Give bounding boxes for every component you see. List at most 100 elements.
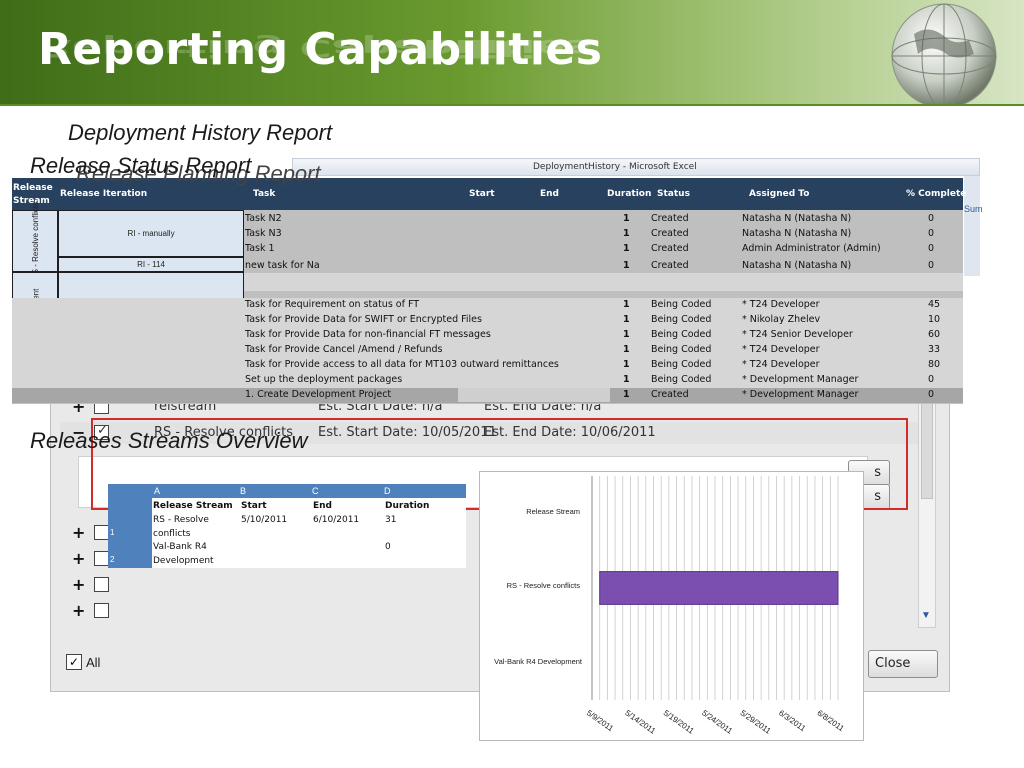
assigned-cell: * T24 Developer	[742, 359, 820, 370]
x-tick-label: 5/9/2011	[585, 708, 616, 733]
table-row: Set up the deployment packages 1 Being C…	[12, 373, 963, 388]
duration-cell: 1	[623, 329, 630, 340]
task-cell: 1. Create Development Project	[245, 389, 392, 400]
percent-cell: 60	[928, 329, 941, 340]
task-cell: Task for Provide Cancel /Amend / Refunds	[245, 344, 443, 355]
row-checkbox[interactable]	[94, 577, 109, 592]
x-tick-label: 5/29/2011	[739, 708, 773, 736]
row-header-column: 1 2	[108, 484, 152, 568]
table-row: Task for Provide Cancel /Amend / Refunds…	[12, 343, 963, 358]
status-cell: Being Coded	[651, 374, 712, 385]
status-cell: Being Coded	[651, 314, 712, 325]
grid-cell: 5/10/2011	[241, 515, 288, 525]
percent-cell: 0	[928, 243, 935, 254]
grid-cell: RS - Resolve	[153, 515, 209, 525]
scroll-down-icon[interactable]: ▼	[921, 610, 931, 621]
table-row: Task N2 1 Created Natasha N (Natasha N) …	[12, 212, 963, 227]
percent-cell: 0	[928, 228, 935, 239]
percent-cell: 45	[928, 299, 941, 310]
table-row: new task for Na 1 Created Natasha N (Nat…	[12, 259, 963, 274]
table-row: Task for Requirement on status of FT 1 B…	[12, 298, 963, 313]
task-cell: Task N3	[245, 228, 282, 239]
header-rule	[0, 104, 1024, 106]
assigned-cell: * Development Manager	[742, 374, 859, 385]
excel-window-title: DeploymentHistory - Microsoft Excel	[533, 162, 697, 172]
expand-icon[interactable]: +	[72, 575, 85, 594]
status-cell: Being Coded	[651, 344, 712, 355]
expand-icon[interactable]: +	[72, 549, 85, 568]
percent-cell: 0	[928, 260, 935, 271]
label-release-status: Release Status Report	[30, 153, 252, 178]
selected-cell-range	[458, 388, 610, 402]
assigned-cell: * Development Manager	[742, 389, 859, 400]
duration-cell: 1	[623, 344, 630, 355]
x-tick-label: 5/19/2011	[662, 708, 696, 736]
duration-cell: 1	[623, 260, 630, 271]
table-row: Task for Provide Data for non-financial …	[12, 328, 963, 343]
col-header-start: Start	[469, 189, 495, 199]
table-row: Task for Provide access to all data for …	[12, 358, 963, 373]
spacer-row	[244, 273, 963, 291]
task-cell: Task N2	[245, 213, 282, 224]
grid-cell: 0	[385, 542, 391, 552]
scrollbar-thumb[interactable]	[921, 399, 933, 499]
gantt-bar	[599, 571, 839, 605]
slide-header: Reporting Capabilities Reporting Capabil…	[0, 0, 1024, 104]
task-cell: Task for Requirement on status of FT	[245, 299, 420, 310]
grid-header-cell: Duration	[385, 501, 430, 511]
col-header-assigned-to: Assigned To	[749, 189, 810, 199]
duration-cell: 1	[623, 243, 630, 254]
grid-cell: conflicts	[153, 529, 191, 539]
task-cell: Task for Provide access to all data for …	[245, 359, 559, 370]
expand-icon[interactable]: +	[72, 523, 85, 542]
percent-cell: 0	[928, 374, 935, 385]
grid-header-cell: Start	[241, 501, 267, 511]
excel-edge-text: Sum	[964, 204, 983, 214]
col-letter: A	[154, 486, 161, 496]
assigned-cell: Admin Administrator (Admin)	[742, 243, 881, 254]
row-checkbox[interactable]	[94, 525, 109, 540]
grid-cell: Val-Bank R4	[153, 542, 207, 552]
col-header-end: End	[540, 189, 559, 199]
select-all-label: All	[86, 655, 101, 670]
assigned-cell: * Nikolay Zhelev	[742, 314, 821, 325]
select-all-checkbox[interactable]: ✓	[66, 654, 82, 670]
grid-cell: Development	[153, 556, 214, 566]
duration-cell: 1	[623, 314, 630, 325]
duration-cell: 1	[623, 213, 630, 224]
assigned-cell: Natasha N (Natasha N)	[742, 213, 852, 224]
table-row: Task for Provide Data for SWIFT or Encry…	[12, 313, 963, 328]
duration-cell: 1	[623, 228, 630, 239]
status-cell: Being Coded	[651, 299, 712, 310]
duration-cell: 1	[623, 359, 630, 370]
col-header-task: Task	[253, 189, 276, 199]
row-checkbox[interactable]	[94, 603, 109, 618]
task-cell: Task for Provide Data for SWIFT or Encry…	[245, 314, 482, 325]
status-cell: Being Coded	[651, 329, 712, 340]
grid-cell: 31	[385, 515, 397, 525]
col-header-release-iteration: Release Iteration	[60, 189, 148, 199]
expand-icon[interactable]: +	[72, 601, 85, 620]
y-category-label: RS - Resolve conflicts	[506, 581, 580, 590]
excel-title-bar: DeploymentHistory - Microsoft Excel	[292, 158, 980, 176]
status-cell: Being Coded	[651, 359, 712, 370]
globe-icon	[891, 3, 997, 104]
grid-cell: 6/10/2011	[313, 515, 360, 525]
row-number: 2	[110, 555, 115, 564]
task-cell: Task 1	[245, 243, 275, 254]
release-status-table: Release Stream Release Iteration Task St…	[12, 178, 967, 404]
close-button[interactable]: Close	[868, 650, 938, 678]
percent-cell: 10	[928, 314, 941, 325]
release-gantt-chart: 5/9/2011 5/14/2011 5/19/2011 5/24/2011 5/29/…	[479, 471, 864, 741]
task-cell: Task for Provide Data for non-financial …	[245, 329, 491, 340]
percent-cell: 33	[928, 344, 941, 355]
streams-grid: 1 2 A B C D Release Stream Start End Dur…	[108, 484, 466, 568]
row-checkbox[interactable]	[94, 551, 109, 566]
status-cell: Created	[651, 260, 689, 271]
table-row: Task N3 1 Created Natasha N (Natasha N) …	[12, 227, 963, 242]
checkmark-icon: ✓	[68, 655, 80, 669]
status-cell: Created	[651, 213, 689, 224]
dialog-scrollbar[interactable]: ▼	[918, 388, 936, 628]
x-tick-label: 6/3/2011	[777, 708, 808, 733]
col-header-percent-complete: % Complete	[906, 189, 967, 199]
